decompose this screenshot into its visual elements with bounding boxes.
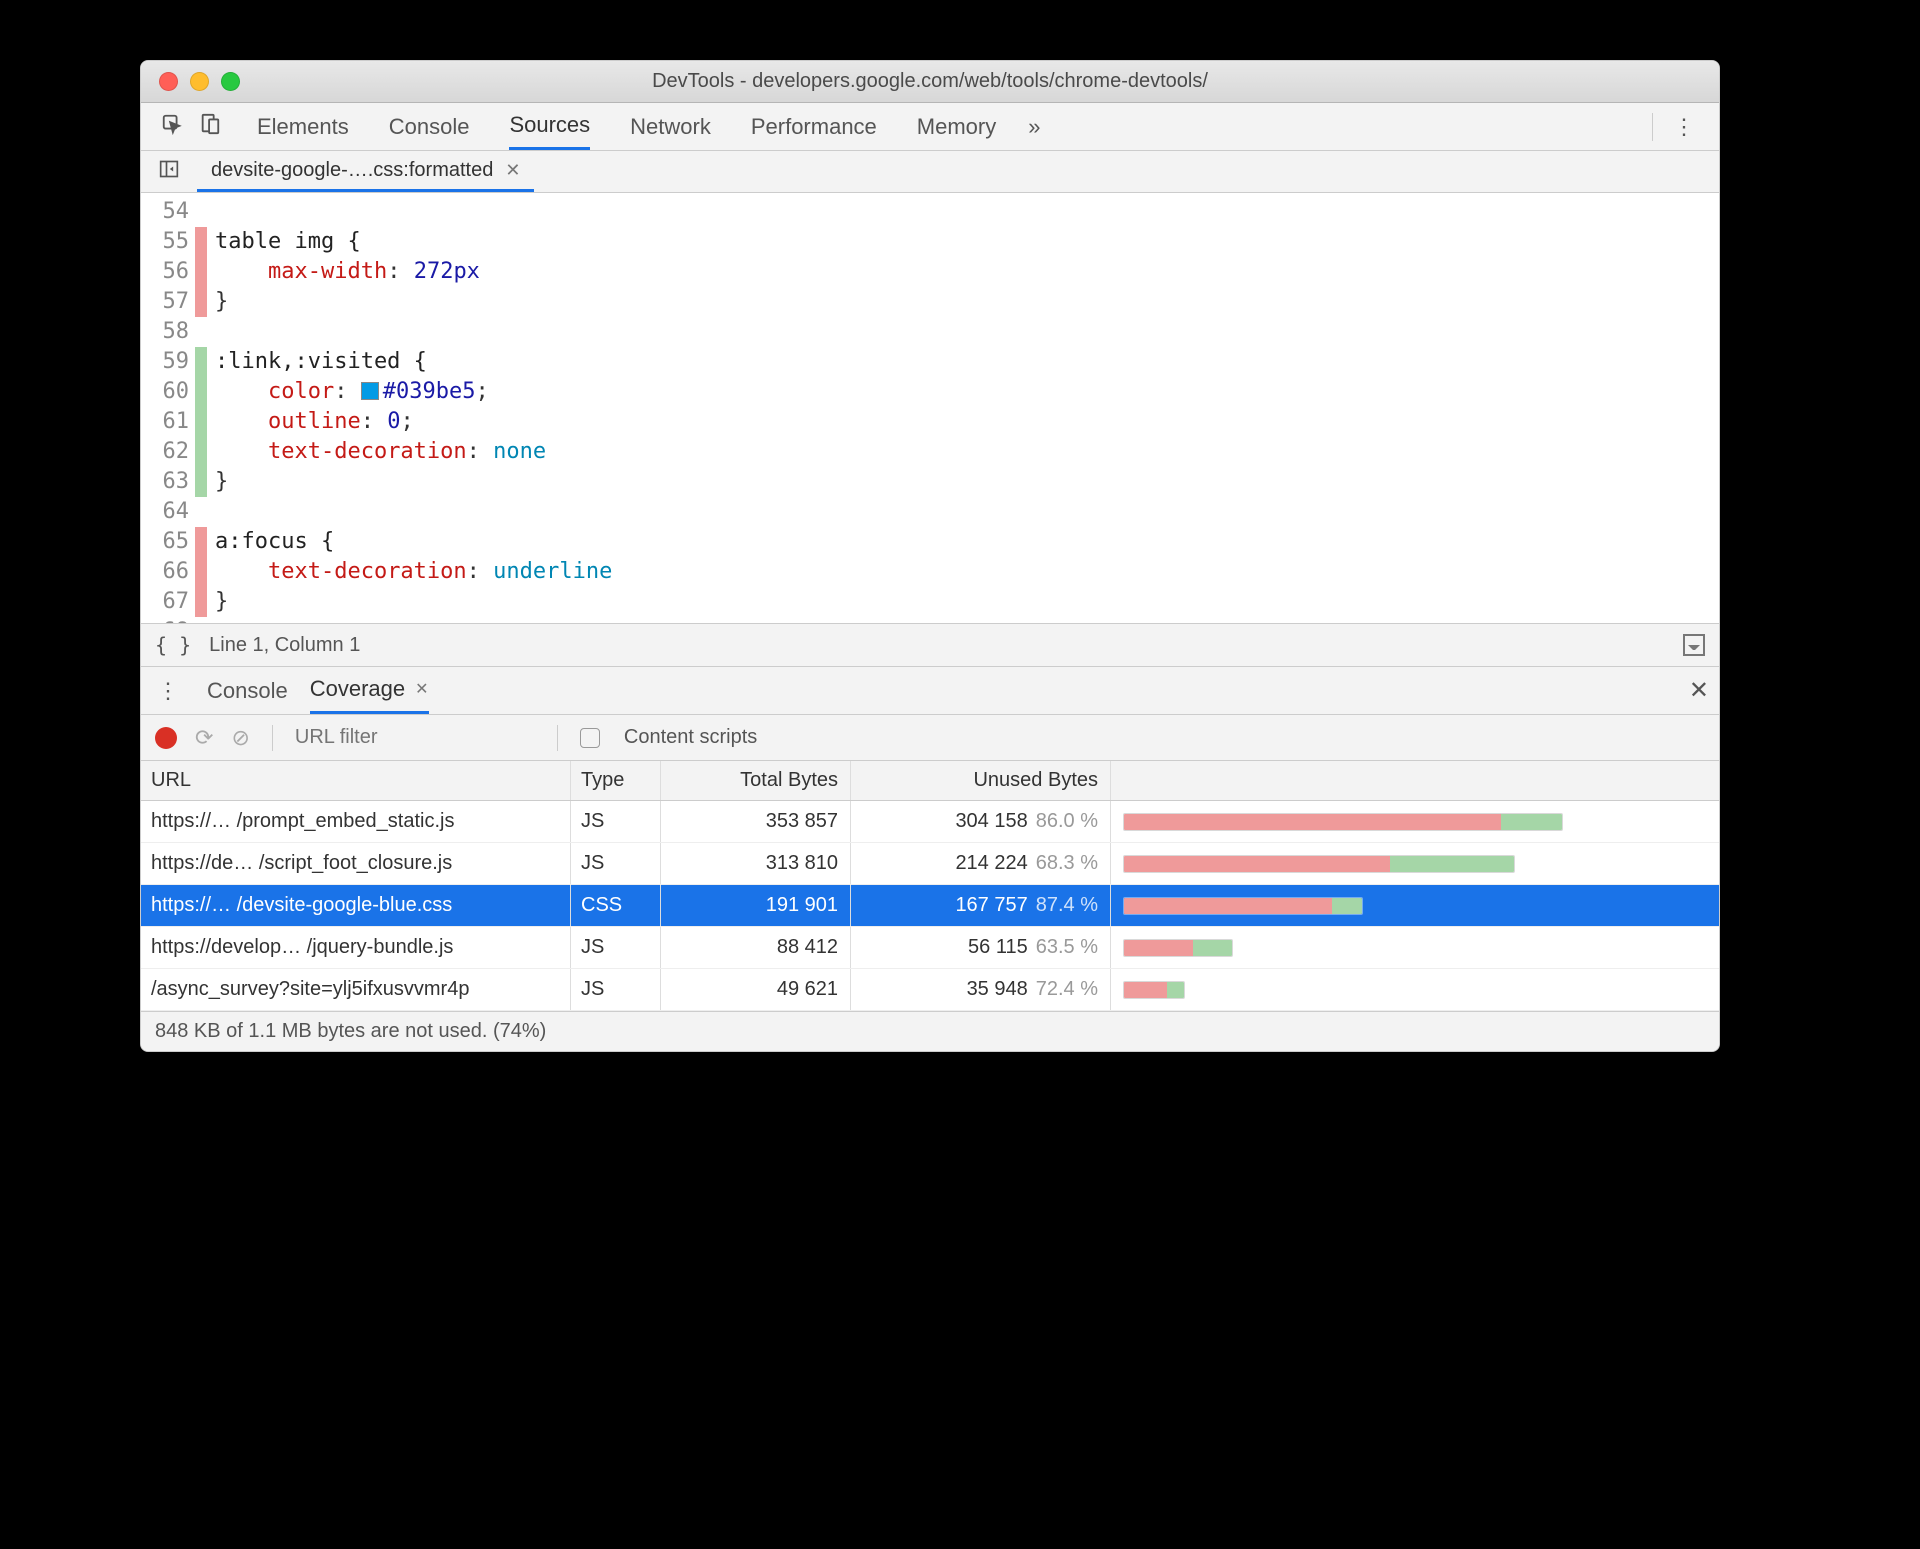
close-file-tab-icon[interactable]: ✕ (505, 160, 520, 181)
titlebar: DevTools - developers.google.com/web/too… (141, 61, 1719, 103)
coverage-row[interactable]: /async_survey?site=ylj5ifxusvvmr4pJS49 6… (141, 969, 1719, 1011)
panel-tab-console[interactable]: Console (389, 103, 470, 150)
coverage-summary: 848 KB of 1.1 MB bytes are not used. (74… (141, 1011, 1719, 1051)
content-scripts-label: Content scripts (624, 726, 757, 749)
clear-icon[interactable]: ⊘ (231, 725, 249, 751)
device-toolbar-icon[interactable] (191, 113, 229, 141)
panel-tabs: Elements Console Sources Network Performance… (257, 103, 996, 150)
header-total[interactable]: Total Bytes (661, 761, 851, 800)
header-bar (1111, 761, 1719, 800)
header-unused[interactable]: Unused Bytes (851, 761, 1111, 800)
coverage-row[interactable]: https://… /devsite-google-blue.cssCSS191… (141, 885, 1719, 927)
panel-tab-sources[interactable]: Sources (509, 103, 590, 150)
show-drawer-icon[interactable] (1683, 634, 1705, 656)
content-scripts-checkbox[interactable] (580, 728, 600, 748)
panel-tab-memory[interactable]: Memory (917, 103, 996, 150)
file-tab-label: devsite-google-….css:formatted (211, 159, 493, 182)
header-url[interactable]: URL (141, 761, 571, 800)
code-lines: table img { max-width: 272px}:link,:visi… (207, 193, 1719, 623)
more-panels-icon[interactable]: » (1028, 114, 1040, 140)
inspect-element-icon[interactable] (153, 113, 191, 141)
coverage-row[interactable]: https://… /prompt_embed_static.jsJS353 8… (141, 801, 1719, 843)
settings-kebab-icon[interactable]: ⋮ (1661, 114, 1707, 140)
cursor-position: Line 1, Column 1 (209, 634, 360, 657)
file-tab-bar: devsite-google-….css:formatted ✕ (141, 151, 1719, 193)
editor-status-bar: { } Line 1, Column 1 (141, 623, 1719, 667)
drawer-menu-icon[interactable]: ⋮ (151, 678, 185, 704)
source-editor[interactable]: 545556575859606162636465666768 table img… (141, 193, 1719, 623)
drawer-tab-coverage[interactable]: Coverage✕ (310, 667, 429, 714)
coverage-row[interactable]: https://develop… /jquery-bundle.jsJS88 4… (141, 927, 1719, 969)
navigator-toggle-icon[interactable] (153, 159, 185, 184)
coverage-table: URL Type Total Bytes Unused Bytes https:… (141, 761, 1719, 1051)
reload-icon[interactable]: ⟳ (195, 725, 213, 751)
coverage-gutter (195, 193, 207, 623)
window-title: DevTools - developers.google.com/web/too… (141, 70, 1719, 93)
record-button[interactable] (155, 727, 177, 749)
pretty-print-icon[interactable]: { } (155, 633, 191, 657)
url-filter-input[interactable] (295, 726, 535, 749)
close-drawer-tab-icon[interactable]: ✕ (415, 679, 428, 699)
panel-tab-network[interactable]: Network (630, 103, 711, 150)
panel-tab-performance[interactable]: Performance (751, 103, 877, 150)
close-drawer-icon[interactable]: ✕ (1689, 676, 1709, 705)
coverage-toolbar: ⟳ ⊘ Content scripts (141, 715, 1719, 761)
coverage-row[interactable]: https://de… /script_foot_closure.jsJS313… (141, 843, 1719, 885)
drawer-tab-console[interactable]: Console (207, 667, 288, 714)
devtools-window: DevTools - developers.google.com/web/too… (140, 60, 1720, 1052)
main-toolbar: Elements Console Sources Network Performance… (141, 103, 1719, 151)
file-tab[interactable]: devsite-google-….css:formatted ✕ (197, 151, 534, 192)
coverage-table-header: URL Type Total Bytes Unused Bytes (141, 761, 1719, 801)
header-type[interactable]: Type (571, 761, 661, 800)
drawer-tabs: ⋮ Console Coverage✕ ✕ (141, 667, 1719, 715)
line-number-gutter: 545556575859606162636465666768 (141, 193, 195, 623)
panel-tab-elements[interactable]: Elements (257, 103, 349, 150)
